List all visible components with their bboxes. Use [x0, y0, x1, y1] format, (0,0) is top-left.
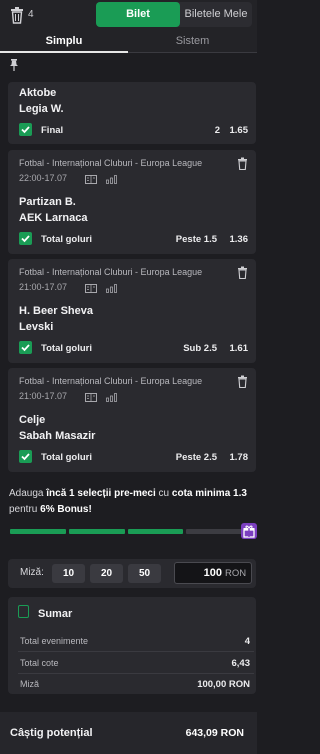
bonus-text-mid: cu: [155, 488, 172, 499]
top-bar: 4 Bilet Biletele Mele: [0, 0, 257, 31]
bonus-min-odd: cota minima 1.3: [171, 488, 247, 499]
tab-simplu[interactable]: Simplu: [0, 31, 128, 53]
bars-icon[interactable]: [106, 284, 117, 293]
bonus-count: încă 1 selecții pre-meci: [46, 488, 156, 499]
market-name: Total goluri: [41, 343, 93, 354]
league: Fotbal - Internațional Cluburi - Europa …: [19, 376, 203, 386]
divider: [18, 673, 254, 674]
quick-stake-50-button[interactable]: 50: [128, 564, 161, 583]
stake-bar: Miză: 10 20 50 100 RON: [8, 559, 256, 588]
stake-currency: RON: [225, 568, 247, 579]
selection: Peste 1.5: [175, 234, 217, 245]
potential-win-label: Câștig potențial: [10, 727, 93, 739]
bonus-message: Adauga încă 1 selecții pre-meci cu cota …: [9, 486, 249, 518]
summary-label: Total evenimente: [20, 636, 89, 646]
away-team: Legia W.: [19, 103, 64, 115]
bars-icon[interactable]: [106, 175, 117, 184]
summary-value: 100,00 RON: [197, 679, 250, 690]
home-team: H. Beer Sheva: [19, 305, 93, 317]
bet-card: Fotbal - Internațional Cluburi - Europa …: [8, 150, 256, 254]
summary-value: 4: [244, 636, 250, 647]
event-datetime: 21:00-17.07: [19, 282, 68, 292]
selection: Peste 2.5: [175, 452, 217, 463]
potential-win-value: 643,09 RON: [185, 727, 244, 739]
check-icon[interactable]: [19, 450, 32, 463]
bonus-text-pre: Adauga: [9, 488, 47, 499]
bet-card: Aktobe Legia W. Final 2 1.65: [8, 82, 256, 144]
gift-icon[interactable]: [241, 523, 257, 539]
selection: 2: [214, 125, 220, 136]
pin-icon[interactable]: [9, 59, 19, 71]
progress-segment: [10, 529, 66, 534]
event-datetime: 21:00-17.07: [19, 391, 68, 401]
quick-stake-20-button[interactable]: 20: [90, 564, 123, 583]
stats-icon[interactable]: [85, 175, 97, 184]
away-team: Sabah Masazir: [19, 430, 96, 442]
bet-card: Fotbal - Internațional Cluburi - Europa …: [8, 368, 256, 472]
home-team: Partizan B.: [19, 196, 76, 208]
progress-segment: [186, 529, 242, 534]
summary-label: Total cote: [20, 658, 59, 668]
tab-biletele-mele[interactable]: Biletele Mele: [180, 2, 252, 27]
stake-value[interactable]: 100: [175, 567, 222, 579]
selection: Sub 2.5: [183, 343, 217, 354]
trash-icon[interactable]: [237, 375, 248, 388]
trash-icon[interactable]: [9, 6, 25, 24]
event-datetime: 22:00-17.07: [19, 173, 68, 183]
odd: 1.61: [229, 343, 249, 354]
stake-label: Miză:: [20, 567, 44, 578]
summary-label: Miză: [20, 679, 40, 689]
summary-title: Sumar: [38, 608, 73, 620]
market-name: Final: [41, 125, 64, 136]
trash-icon[interactable]: [237, 266, 248, 279]
bonus-percent: 6% Bonus!: [40, 504, 92, 515]
trash-icon[interactable]: [237, 157, 248, 170]
quick-stake-10-button[interactable]: 10: [52, 564, 85, 583]
summary-panel: Sumar Total evenimente 4 Total cote 6,43…: [8, 597, 256, 694]
selection-count: 4: [28, 9, 34, 20]
bet-type-tabs: Simplu Sistem: [0, 31, 257, 53]
stats-icon[interactable]: [85, 284, 97, 293]
odd: 1.78: [229, 452, 249, 463]
check-icon[interactable]: [19, 341, 32, 354]
market-name: Total goluri: [41, 452, 93, 463]
potential-win: Câștig potențial 643,09 RON: [0, 712, 257, 754]
check-icon[interactable]: [19, 232, 32, 245]
progress-segment: [127, 529, 184, 534]
bonus-text-for: pentru: [9, 504, 41, 515]
odd: 1.65: [229, 125, 249, 136]
summary-value: 6,43: [231, 658, 251, 669]
league: Fotbal - Internațional Cluburi - Europa …: [19, 267, 203, 277]
progress-segment: [68, 529, 125, 534]
market-name: Total goluri: [41, 234, 93, 245]
divider: [18, 651, 254, 652]
check-icon[interactable]: [19, 123, 32, 136]
home-team: Celje: [19, 414, 46, 426]
bet-card: Fotbal - Internațional Cluburi - Europa …: [8, 259, 256, 363]
summary-icon: [18, 605, 29, 618]
league: Fotbal - Internațional Cluburi - Europa …: [19, 158, 203, 168]
bonus-progress: [10, 529, 242, 534]
odd: 1.36: [229, 234, 249, 245]
tab-sistem[interactable]: Sistem: [128, 31, 257, 53]
ticket-tabs: Bilet Biletele Mele: [96, 2, 252, 27]
bars-icon[interactable]: [106, 393, 117, 402]
away-team: AEK Larnaca: [19, 212, 88, 224]
stats-icon[interactable]: [85, 393, 97, 402]
stake-input[interactable]: 100 RON: [174, 562, 252, 584]
tab-bilet[interactable]: Bilet: [96, 2, 180, 27]
home-team: Aktobe: [19, 87, 57, 99]
away-team: Levski: [19, 321, 54, 333]
